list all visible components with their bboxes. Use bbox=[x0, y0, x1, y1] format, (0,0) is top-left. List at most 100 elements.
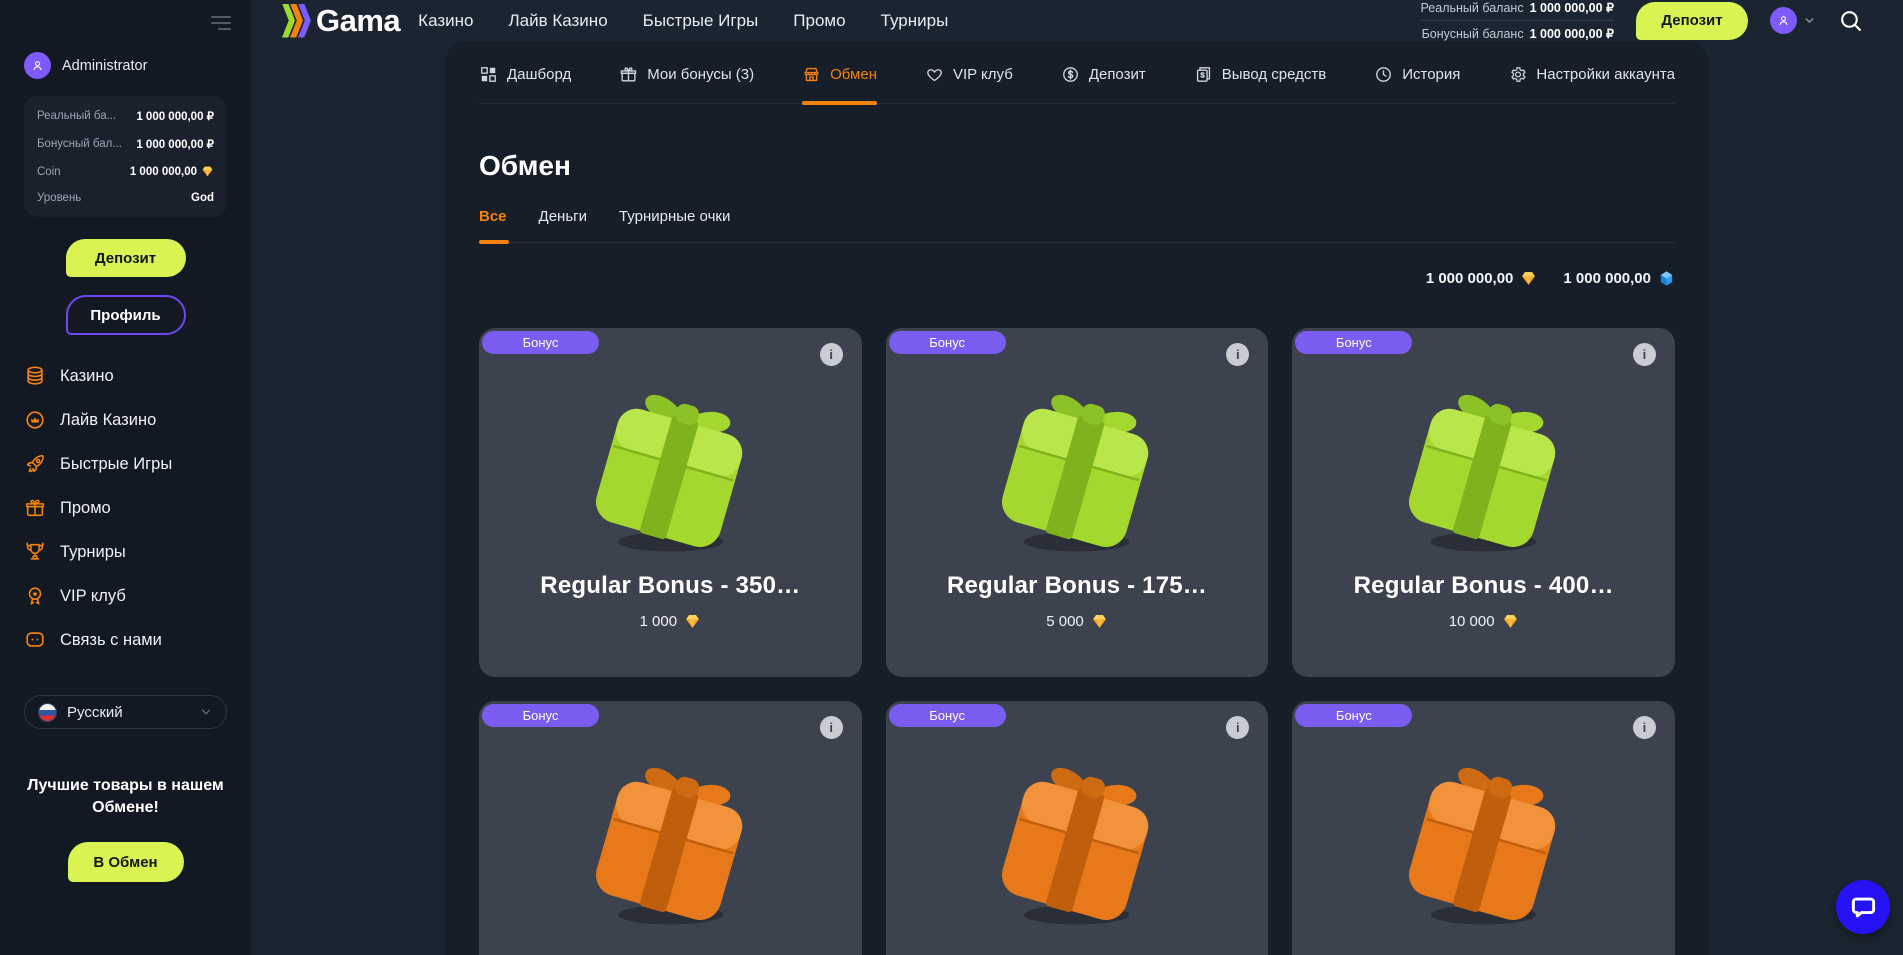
search-icon[interactable] bbox=[1838, 8, 1863, 33]
tab-withdraw[interactable]: Вывод средств bbox=[1194, 65, 1326, 103]
sidebar-item-promo[interactable]: Промо bbox=[24, 497, 227, 519]
sidebar-item-contact-us[interactable]: Связь с нами bbox=[24, 629, 227, 651]
info-icon[interactable]: i bbox=[1226, 716, 1249, 739]
tab-exchange[interactable]: Обмен bbox=[802, 65, 877, 103]
coins-icon bbox=[24, 365, 46, 387]
tab-vip-club[interactable]: VIP клуб bbox=[925, 65, 1013, 103]
tab-label: История bbox=[1402, 66, 1460, 83]
nav-casino[interactable]: Казино bbox=[418, 11, 473, 31]
sidebar-item-vip-club[interactable]: VIP клуб bbox=[24, 585, 227, 607]
dollar-coin-icon bbox=[1061, 65, 1080, 84]
card-title: Regular Bonus - 175… bbox=[947, 572, 1207, 600]
info-icon[interactable]: i bbox=[1633, 343, 1656, 366]
rocket-icon bbox=[24, 453, 46, 475]
gift-image bbox=[1386, 375, 1581, 570]
store-icon bbox=[802, 65, 821, 84]
tab-dashboard[interactable]: Дашборд bbox=[479, 65, 571, 103]
bonus-badge: Бонус bbox=[889, 704, 1006, 727]
nav-fast-games[interactable]: Быстрые Игры bbox=[643, 11, 759, 31]
nav-tournaments[interactable]: Турниры bbox=[881, 11, 949, 31]
gem-orange-icon bbox=[1091, 613, 1108, 630]
withdraw-icon bbox=[1194, 65, 1213, 84]
bonus-badge: Бонус bbox=[482, 704, 599, 727]
tab-label: Мои бонусы (3) bbox=[647, 66, 754, 83]
header-deposit-button[interactable]: Депозит bbox=[1636, 2, 1748, 40]
chevron-down-icon bbox=[199, 705, 213, 719]
exchange-filters: Все Деньги Турнирные очки bbox=[479, 208, 1675, 243]
heart-icon bbox=[925, 65, 944, 84]
deposit-button[interactable]: Депозит bbox=[66, 239, 186, 277]
header-balances: Реальный баланс 1 000 000,00 ₽ Бонусный … bbox=[1421, 0, 1615, 41]
tab-label: Настройки аккаунта bbox=[1536, 66, 1675, 83]
bonus-card[interactable]: Бонус i bbox=[886, 701, 1269, 955]
bonus-balance-row: Бонусный бал... 1 000 000,00 ₽ bbox=[37, 130, 214, 158]
account-menu[interactable] bbox=[1770, 7, 1816, 34]
sidebar-item-label: Промо bbox=[60, 499, 111, 518]
gift-image bbox=[1386, 748, 1581, 943]
sidebar-item-casino[interactable]: Казино bbox=[24, 365, 227, 387]
sidebar-item-tournaments[interactable]: Турниры bbox=[24, 541, 227, 563]
tournament-wallet-value: 1 000 000,00 bbox=[1563, 270, 1651, 287]
gift-image bbox=[979, 375, 1174, 570]
sidebar-menu-icon[interactable] bbox=[211, 16, 231, 30]
account-panel: Дашборд Мои бонусы (3) Обмен VIP клуб Де… bbox=[445, 41, 1709, 955]
logo[interactable]: Gama bbox=[282, 3, 400, 39]
sidebar-item-label: VIP клуб bbox=[60, 587, 126, 606]
language-selector[interactable]: Русский bbox=[24, 695, 227, 729]
coin-wallet-value: 1 000 000,00 bbox=[1426, 270, 1514, 287]
info-icon[interactable]: i bbox=[820, 716, 843, 739]
card-price: 10 000 bbox=[1449, 613, 1519, 630]
gift-image bbox=[979, 748, 1174, 943]
bonus-badge: Бонус bbox=[889, 331, 1006, 354]
info-icon[interactable]: i bbox=[1226, 343, 1249, 366]
nav-live-casino[interactable]: Лайв Казино bbox=[508, 11, 607, 31]
bonus-card[interactable]: Бонус i bbox=[1292, 701, 1675, 955]
trophy-icon bbox=[24, 541, 46, 563]
price-value: 5 000 bbox=[1046, 613, 1084, 630]
info-icon[interactable]: i bbox=[1633, 716, 1656, 739]
header-bonus-balance-label: Бонусный баланс bbox=[1422, 27, 1524, 41]
to-exchange-button[interactable]: В Обмен bbox=[68, 842, 184, 882]
sidebar-item-fast-games[interactable]: Быстрые Игры bbox=[24, 453, 227, 475]
tab-my-bonuses[interactable]: Мои бонусы (3) bbox=[619, 65, 754, 103]
filter-all[interactable]: Все bbox=[479, 208, 507, 242]
bonus-card[interactable]: Бонус i Regular Bonus - 175… 5 000 bbox=[886, 328, 1269, 677]
bonus-card[interactable]: Бонус i Regular Bonus - 400… 10 000 bbox=[1292, 328, 1675, 677]
exchange-balances: 1 000 000,00 1 000 000,00 bbox=[479, 270, 1675, 287]
bonus-card-grid: Бонус i Regular Bonus - 350… 1 000 Бонус… bbox=[479, 328, 1675, 955]
bonus-balance-value: 1 000 000,00 ₽ bbox=[136, 137, 214, 151]
language-label: Русский bbox=[67, 704, 123, 721]
tab-account-settings[interactable]: Настройки аккаунта bbox=[1508, 65, 1675, 103]
user-profile[interactable]: Administrator bbox=[24, 52, 227, 79]
profile-button[interactable]: Профиль bbox=[66, 295, 186, 335]
gem-blue-icon bbox=[1658, 270, 1675, 287]
bonus-card[interactable]: Бонус i bbox=[479, 701, 862, 955]
nav-promo[interactable]: Промо bbox=[793, 11, 845, 31]
sidebar-item-label: Быстрые Игры bbox=[60, 455, 172, 474]
russian-flag-icon bbox=[38, 703, 57, 722]
tab-label: Вывод средств bbox=[1222, 66, 1326, 83]
chevron-down-icon bbox=[1803, 14, 1816, 27]
info-icon[interactable]: i bbox=[820, 343, 843, 366]
account-avatar-icon bbox=[1770, 7, 1797, 34]
page-title: Обмен bbox=[479, 150, 1675, 182]
bonus-card[interactable]: Бонус i Regular Bonus - 350… 1 000 bbox=[479, 328, 862, 677]
price-value: 10 000 bbox=[1449, 613, 1495, 630]
chat-icon bbox=[24, 629, 46, 651]
bonus-badge: Бонус bbox=[1295, 704, 1412, 727]
sidebar-item-live-casino[interactable]: Лайв Казино bbox=[24, 409, 227, 431]
tab-history[interactable]: История bbox=[1374, 65, 1460, 103]
price-value: 1 000 bbox=[640, 613, 678, 630]
tab-deposit[interactable]: Депозит bbox=[1061, 65, 1146, 103]
gift-image bbox=[573, 375, 768, 570]
sidebar: Administrator Реальный ба... 1 000 000,0… bbox=[0, 0, 251, 955]
real-balance-label: Реальный ба... bbox=[37, 110, 116, 122]
gem-orange-icon bbox=[684, 613, 701, 630]
filter-money[interactable]: Деньги bbox=[539, 208, 587, 242]
vip-icon bbox=[24, 585, 46, 607]
filter-tournament-points[interactable]: Турнирные очки bbox=[619, 208, 730, 242]
level-label: Уровень bbox=[37, 192, 81, 204]
user-avatar-icon bbox=[24, 52, 51, 79]
balance-summary-card: Реальный ба... 1 000 000,00 ₽ Бонусный б… bbox=[24, 96, 227, 217]
live-chat-button[interactable] bbox=[1836, 880, 1890, 934]
